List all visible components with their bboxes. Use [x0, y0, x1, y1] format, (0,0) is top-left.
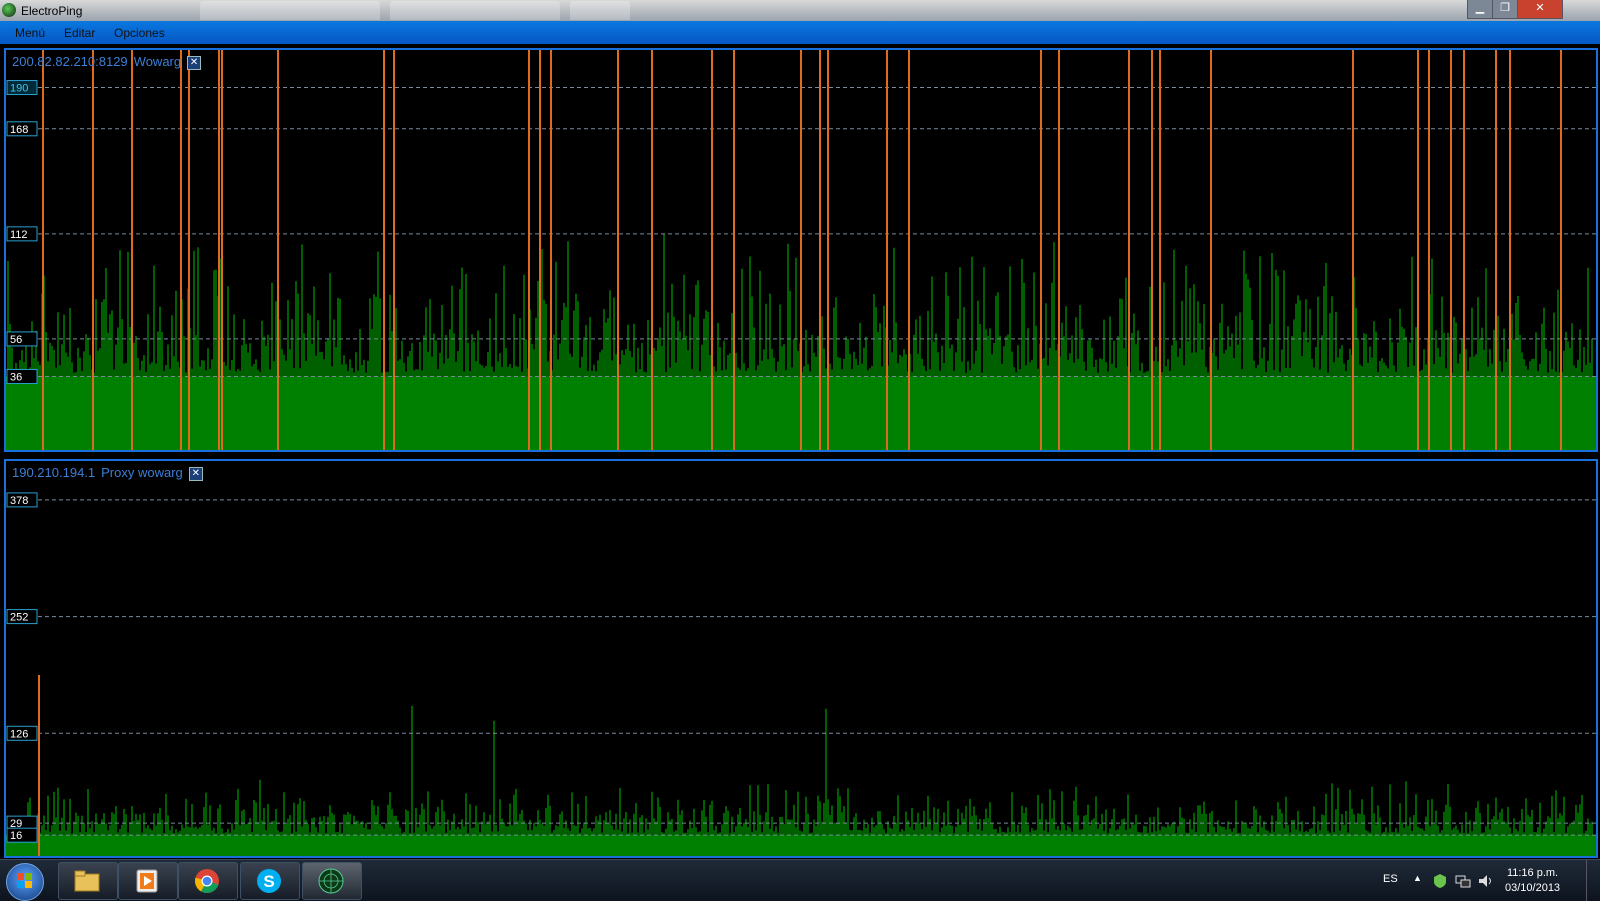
security-shield-icon[interactable] — [1432, 873, 1448, 889]
system-clock[interactable]: 11:16 p.m. 03/10/2013 — [1505, 866, 1560, 896]
ping-graph: 190 168 112 56 36 — [6, 50, 1596, 450]
gridline-label: 112 — [10, 229, 28, 241]
start-button[interactable] — [6, 863, 44, 901]
background-window-tab — [570, 1, 630, 20]
network-icon[interactable] — [1455, 873, 1471, 889]
gridline-label: 56 — [10, 334, 22, 346]
taskbar-electroping-button[interactable] — [302, 862, 362, 900]
show-desktop-button[interactable] — [1586, 860, 1599, 901]
host-name: Proxy wowarg — [101, 465, 183, 480]
folder-icon — [74, 870, 100, 892]
taskbar-media-player-button[interactable] — [118, 862, 178, 900]
volume-icon[interactable] — [1478, 873, 1494, 889]
panel-header: 190.210.194.1 Proxy wowarg ✕ — [12, 465, 209, 481]
restore-button[interactable]: ❐ — [1492, 0, 1518, 19]
clock-date: 03/10/2013 — [1505, 882, 1561, 894]
host-address: 190.210.194.1 — [12, 465, 96, 480]
ping-bars — [6, 705, 1596, 856]
show-hidden-icons-icon[interactable]: ▲ — [1413, 873, 1422, 883]
gridline-label: 378 — [10, 495, 28, 507]
close-window-button[interactable]: ✕ — [1517, 0, 1563, 19]
background-window-tab — [200, 1, 380, 20]
radar-icon — [318, 868, 344, 894]
menu-item-menu[interactable]: Menú — [15, 26, 45, 40]
ping-graph-panel: 200.82.82.210:8129 Wowarg ✕ 190 168 112 56 36 — [4, 48, 1598, 452]
host-name: Wowarg — [133, 54, 182, 69]
gridline-label: 190 — [10, 83, 28, 95]
close-panel-icon[interactable]: ✕ — [188, 466, 203, 481]
taskbar-file-explorer-button[interactable] — [58, 862, 118, 900]
gridline-label: 168 — [10, 124, 28, 136]
menu-item-opciones[interactable]: Opciones — [114, 26, 165, 40]
close-panel-icon[interactable]: ✕ — [187, 55, 202, 70]
taskbar-skype-button[interactable]: S — [240, 862, 300, 900]
panel-header: 200.82.82.210:8129 Wowarg ✕ — [12, 54, 207, 70]
host-address: 200.82.82.210:8129 — [12, 54, 128, 69]
title-bar: ElectroPing ▁ ❐ ✕ — [0, 0, 1600, 21]
taskbar: S ES ▲ 11:16 p.m. 03/10/2013 — [0, 859, 1600, 901]
electroping-app-icon — [2, 3, 16, 17]
gridline-label: 16 — [10, 830, 22, 842]
gridline-label: 126 — [10, 728, 28, 740]
menu-item-editar[interactable]: Editar — [64, 26, 95, 40]
clock-time: 11:16 p.m. — [1506, 867, 1559, 879]
ping-graph-panel: 190.210.194.1 Proxy wowarg ✕ 378 252 126 29 16 — [4, 459, 1598, 858]
ping-samples — [7, 705, 1593, 850]
skype-icon: S — [257, 869, 281, 893]
media-player-icon — [136, 869, 158, 893]
language-indicator[interactable]: ES — [1383, 873, 1398, 885]
gridline-label: 252 — [10, 612, 28, 624]
chrome-icon — [195, 869, 219, 893]
ping-graph: 3782521262916 — [6, 492, 1596, 856]
window-title: ElectroPing — [21, 4, 83, 18]
taskbar-chrome-button[interactable] — [178, 862, 238, 900]
gridline-label: 36 — [10, 371, 22, 383]
minimize-button[interactable]: ▁ — [1467, 0, 1493, 19]
background-window-tab — [390, 1, 560, 20]
menu-bar: Menú Editar Opciones — [0, 21, 1600, 44]
windows-logo-icon — [17, 873, 33, 889]
svg-text:S: S — [263, 872, 274, 891]
